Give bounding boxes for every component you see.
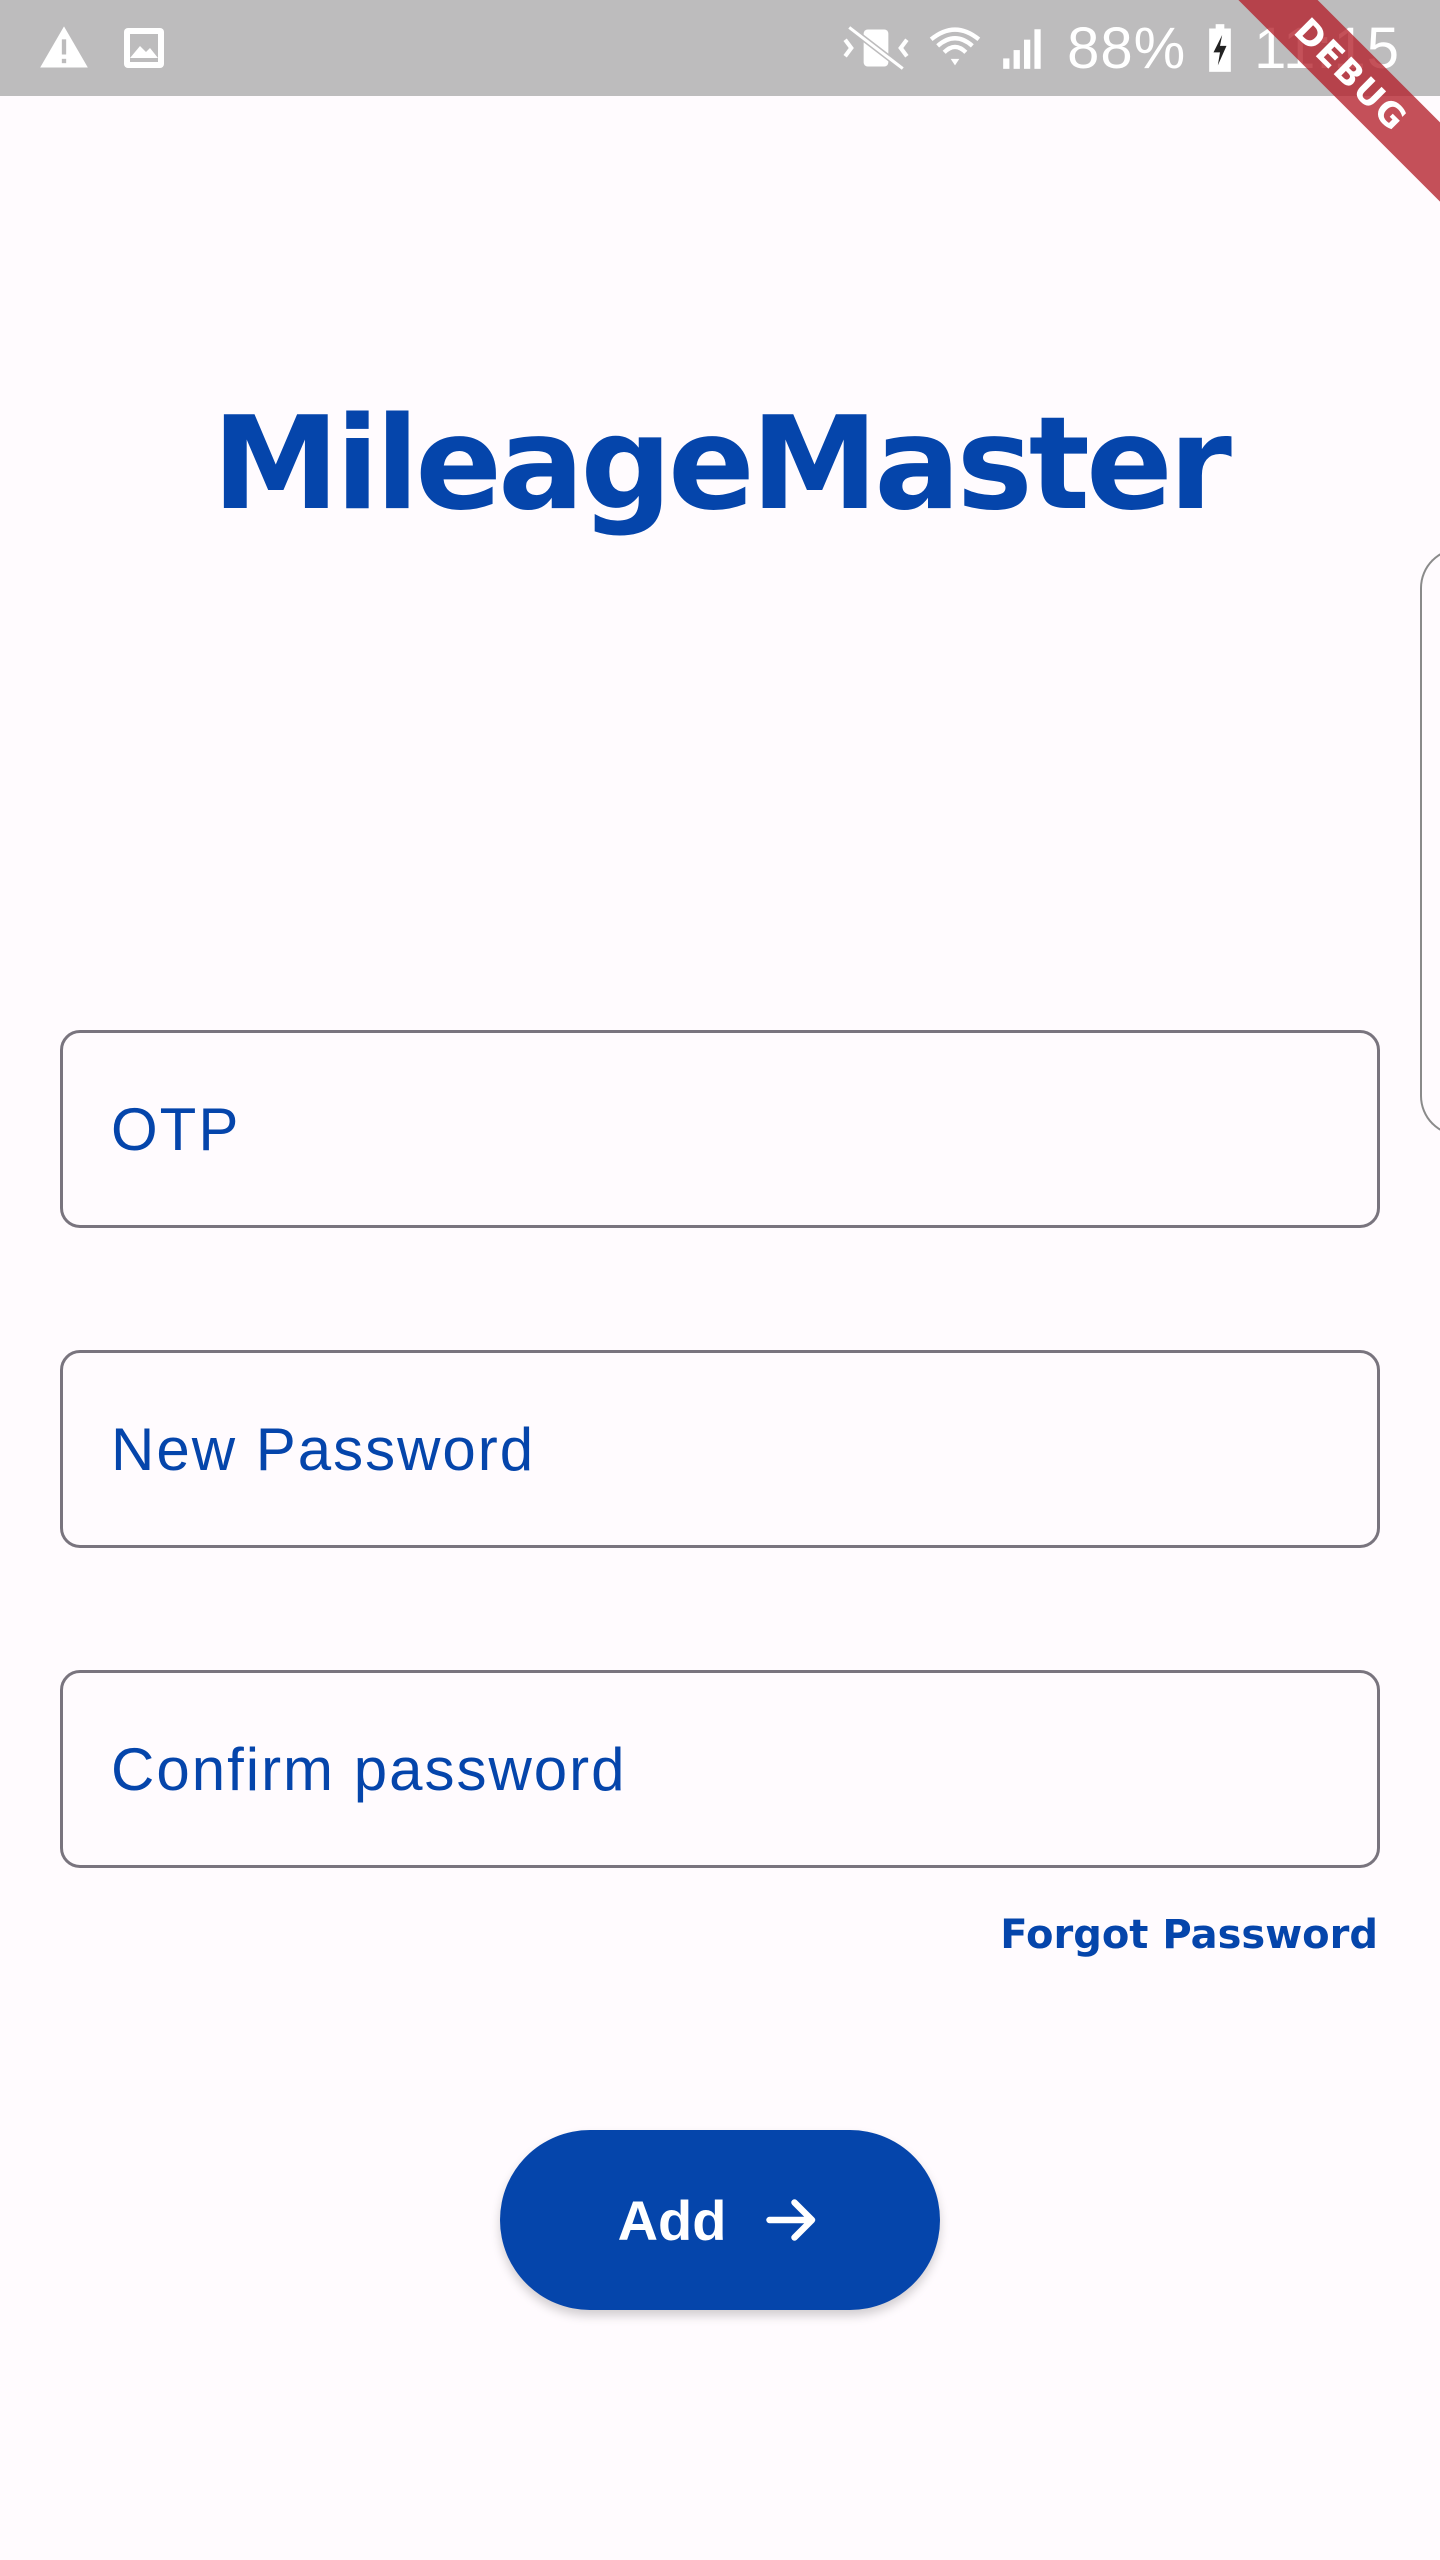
otp-field-label: OTP	[111, 1095, 241, 1163]
confirm-password-field-label: Confirm password	[111, 1735, 627, 1803]
new-password-field[interactable]: New Password	[60, 1350, 1380, 1548]
battery-charging-icon	[1204, 22, 1236, 74]
app-title: MileageMaster	[212, 390, 1232, 539]
arrow-right-icon	[762, 2190, 822, 2250]
otp-field[interactable]: OTP	[60, 1030, 1380, 1228]
add-button[interactable]: Add	[500, 2130, 940, 2310]
reset-password-screen: 88% 11:15 DEBUG MileageMaster OTP New Pa…	[0, 0, 1440, 2560]
status-bar-notifications	[38, 22, 168, 74]
image-icon	[120, 24, 168, 72]
warning-icon	[38, 22, 90, 74]
confirm-password-field[interactable]: Confirm password	[60, 1670, 1380, 1868]
new-password-field-label: New Password	[111, 1415, 536, 1483]
vibrate-off-icon	[841, 22, 911, 74]
battery-percent: 88%	[1067, 15, 1187, 81]
forgot-password-link[interactable]: Forgot Password	[1000, 1912, 1378, 1958]
add-button-label: Add	[617, 2188, 727, 2252]
drawer-edge-handle[interactable]	[1420, 548, 1440, 1136]
status-bar: 88% 11:15	[0, 0, 1440, 96]
signal-icon	[999, 22, 1049, 74]
wifi-icon	[929, 22, 981, 74]
